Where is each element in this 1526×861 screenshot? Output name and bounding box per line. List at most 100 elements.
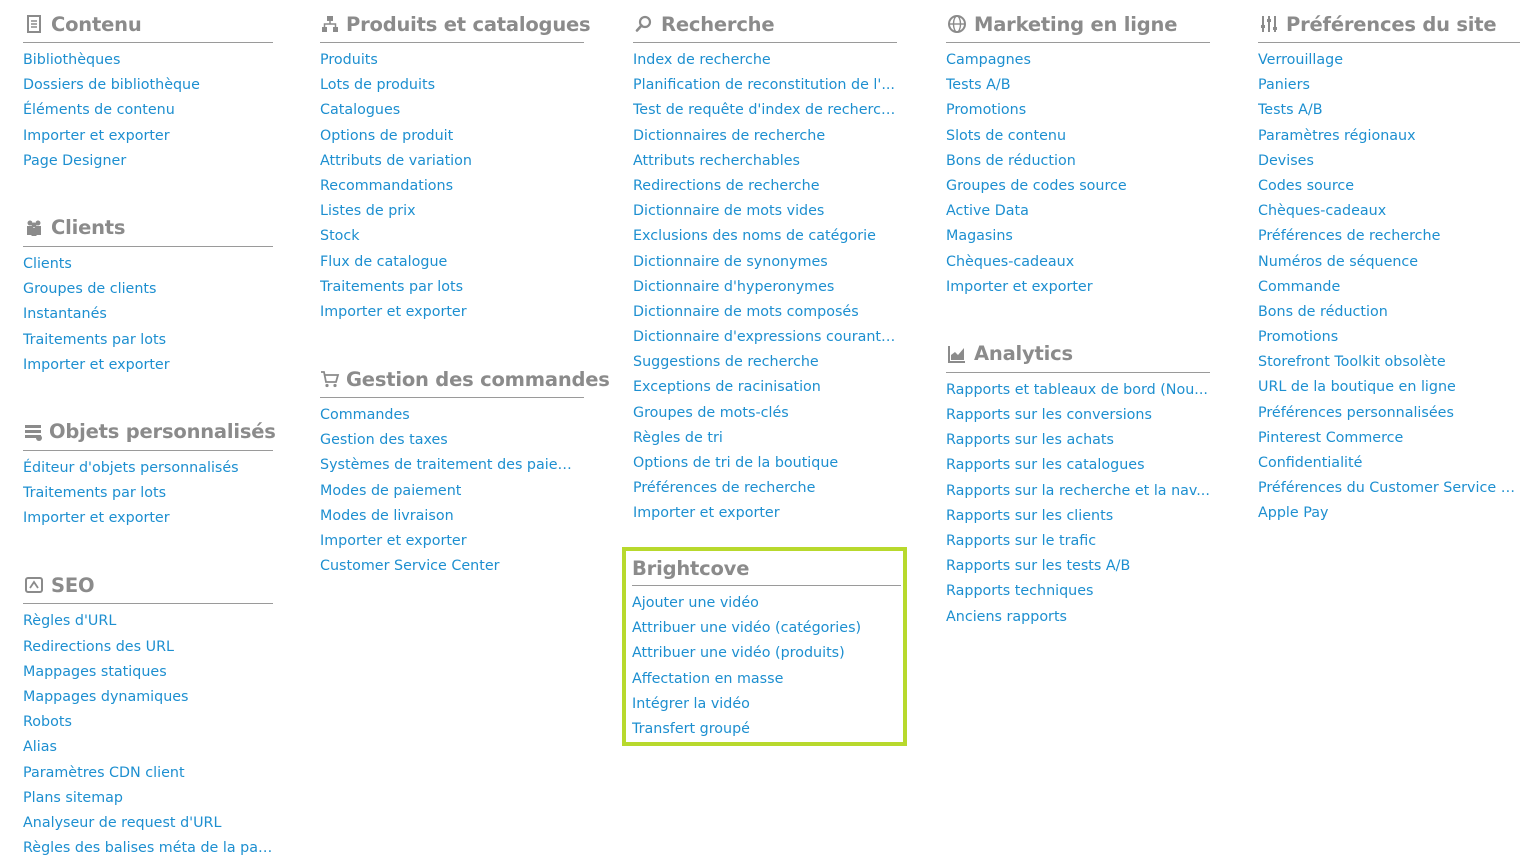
link-url-boutique[interactable]: URL de la boutique en ligne — [1258, 375, 1520, 400]
link-importer-exporter[interactable]: Importer et exporter — [946, 275, 1210, 300]
link-regles-url[interactable]: Règles d'URL — [23, 609, 273, 634]
link-groupes-codes-source[interactable]: Groupes de codes source — [946, 174, 1210, 199]
link-tests-ab[interactable]: Tests A/B — [946, 73, 1210, 98]
link-confidentialite[interactable]: Confidentialité — [1258, 451, 1520, 476]
link-tests-ab[interactable]: Tests A/B — [1258, 98, 1520, 123]
link-parametres-regionaux[interactable]: Paramètres régionaux — [1258, 124, 1520, 149]
link-slots-contenu[interactable]: Slots de contenu — [946, 124, 1210, 149]
link-exclusions-noms-categorie[interactable]: Exclusions des noms de catégorie — [633, 224, 897, 249]
link-magasins[interactable]: Magasins — [946, 224, 1210, 249]
link-elements-contenu[interactable]: Éléments de contenu — [23, 98, 273, 123]
link-systemes-paiement[interactable]: Systèmes de traitement des paiem... — [320, 453, 584, 478]
link-listes-prix[interactable]: Listes de prix — [320, 199, 584, 224]
link-dictionnaire-expressions[interactable]: Dictionnaire d'expressions courantes — [633, 325, 897, 350]
link-rapports-conversions[interactable]: Rapports sur les conversions — [946, 403, 1210, 428]
link-editeur-objets[interactable]: Éditeur d'objets personnalisés — [23, 456, 273, 481]
link-robots[interactable]: Robots — [23, 710, 273, 735]
link-transfert-groupe[interactable]: Transfert groupé — [632, 717, 903, 742]
link-dictionnaire-synonymes[interactable]: Dictionnaire de synonymes — [633, 250, 897, 275]
link-promotions[interactable]: Promotions — [946, 98, 1210, 123]
link-importer-exporter[interactable]: Importer et exporter — [633, 501, 897, 526]
link-mappages-statiques[interactable]: Mappages statiques — [23, 660, 273, 685]
link-catalogues[interactable]: Catalogues — [320, 98, 584, 123]
link-promotions[interactable]: Promotions — [1258, 325, 1520, 350]
link-anciens-rapports[interactable]: Anciens rapports — [946, 605, 1210, 630]
link-affectation-masse[interactable]: Affectation en masse — [632, 667, 903, 692]
link-alias[interactable]: Alias — [23, 735, 273, 760]
link-dictionnaires-recherche[interactable]: Dictionnaires de recherche — [633, 124, 897, 149]
link-bons-reduction[interactable]: Bons de réduction — [946, 149, 1210, 174]
link-planification-reconstitution[interactable]: Planification de reconstitution de l'... — [633, 73, 897, 98]
link-attribuer-video-categories[interactable]: Attribuer une vidéo (catégories) — [632, 616, 903, 641]
link-modes-livraison[interactable]: Modes de livraison — [320, 504, 584, 529]
link-options-tri-boutique[interactable]: Options de tri de la boutique — [633, 451, 897, 476]
link-importer-exporter[interactable]: Importer et exporter — [23, 353, 273, 378]
link-importer-exporter[interactable]: Importer et exporter — [320, 529, 584, 554]
link-verrouillage[interactable]: Verrouillage — [1258, 48, 1520, 73]
link-clients[interactable]: Clients — [23, 252, 273, 277]
link-traitements-lots[interactable]: Traitements par lots — [320, 275, 584, 300]
link-groupes-mots-cles[interactable]: Groupes de mots-clés — [633, 401, 897, 426]
link-active-data[interactable]: Active Data — [946, 199, 1210, 224]
link-plans-sitemap[interactable]: Plans sitemap — [23, 786, 273, 811]
link-integrer-video[interactable]: Intégrer la vidéo — [632, 692, 903, 717]
link-devises[interactable]: Devises — [1258, 149, 1520, 174]
link-options-produit[interactable]: Options de produit — [320, 124, 584, 149]
link-page-designer[interactable]: Page Designer — [23, 149, 273, 174]
link-campagnes[interactable]: Campagnes — [946, 48, 1210, 73]
link-preferences-recherche[interactable]: Préférences de recherche — [1258, 224, 1520, 249]
link-flux-catalogue[interactable]: Flux de catalogue — [320, 250, 584, 275]
link-commandes[interactable]: Commandes — [320, 403, 584, 428]
link-rapports-catalogues[interactable]: Rapports sur les catalogues — [946, 453, 1210, 478]
link-pinterest-commerce[interactable]: Pinterest Commerce — [1258, 426, 1520, 451]
link-numeros-sequence[interactable]: Numéros de séquence — [1258, 250, 1520, 275]
link-rapports-tests-ab[interactable]: Rapports sur les tests A/B — [946, 554, 1210, 579]
link-attribuer-video-produits[interactable]: Attribuer une vidéo (produits) — [632, 641, 903, 666]
link-rapports-techniques[interactable]: Rapports techniques — [946, 579, 1210, 604]
link-cheques-cadeaux[interactable]: Chèques-cadeaux — [946, 250, 1210, 275]
link-regles-balises-meta[interactable]: Règles des balises méta de la page — [23, 836, 273, 861]
link-dictionnaire-mots-composes[interactable]: Dictionnaire de mots composés — [633, 300, 897, 325]
link-stock[interactable]: Stock — [320, 224, 584, 249]
link-rapports-clients[interactable]: Rapports sur les clients — [946, 504, 1210, 529]
link-codes-source[interactable]: Codes source — [1258, 174, 1520, 199]
link-mappages-dynamiques[interactable]: Mappages dynamiques — [23, 685, 273, 710]
link-bons-reduction[interactable]: Bons de réduction — [1258, 300, 1520, 325]
link-exceptions-racinisation[interactable]: Exceptions de racinisation — [633, 375, 897, 400]
link-importer-exporter[interactable]: Importer et exporter — [23, 506, 273, 531]
link-preferences-customer-service[interactable]: Préférences du Customer Service C... — [1258, 476, 1520, 501]
link-importer-exporter[interactable]: Importer et exporter — [320, 300, 584, 325]
link-suggestions-recherche[interactable]: Suggestions de recherche — [633, 350, 897, 375]
link-recommandations[interactable]: Recommandations — [320, 174, 584, 199]
link-dossiers-bibliotheque[interactable]: Dossiers de bibliothèque — [23, 73, 273, 98]
link-customer-service-center[interactable]: Customer Service Center — [320, 554, 584, 579]
link-dictionnaire-hyperonymes[interactable]: Dictionnaire d'hyperonymes — [633, 275, 897, 300]
link-importer-exporter[interactable]: Importer et exporter — [23, 124, 273, 149]
link-preferences-personnalisees[interactable]: Préférences personnalisées — [1258, 401, 1520, 426]
link-produits[interactable]: Produits — [320, 48, 584, 73]
link-traitements-lots[interactable]: Traitements par lots — [23, 481, 273, 506]
link-regles-tri[interactable]: Règles de tri — [633, 426, 897, 451]
link-paniers[interactable]: Paniers — [1258, 73, 1520, 98]
link-attributs-recherchables[interactable]: Attributs recherchables — [633, 149, 897, 174]
link-parametres-cdn[interactable]: Paramètres CDN client — [23, 761, 273, 786]
link-redirections-url[interactable]: Redirections des URL — [23, 635, 273, 660]
link-ajouter-video[interactable]: Ajouter une vidéo — [632, 591, 903, 616]
link-modes-paiement[interactable]: Modes de paiement — [320, 479, 584, 504]
link-test-requete-index[interactable]: Test de requête d'index de recherche — [633, 98, 897, 123]
link-bibliotheques[interactable]: Bibliothèques — [23, 48, 273, 73]
link-rapports-achats[interactable]: Rapports sur les achats — [946, 428, 1210, 453]
link-cheques-cadeaux[interactable]: Chèques-cadeaux — [1258, 199, 1520, 224]
link-dictionnaire-mots-vides[interactable]: Dictionnaire de mots vides — [633, 199, 897, 224]
link-instantanes[interactable]: Instantanés — [23, 302, 273, 327]
link-gestion-taxes[interactable]: Gestion des taxes — [320, 428, 584, 453]
link-storefront-toolkit[interactable]: Storefront Toolkit obsolète — [1258, 350, 1520, 375]
link-analyseur-request-url[interactable]: Analyseur de request d'URL — [23, 811, 273, 836]
link-preferences-recherche[interactable]: Préférences de recherche — [633, 476, 897, 501]
link-traitements-lots[interactable]: Traitements par lots — [23, 328, 273, 353]
link-redirections-recherche[interactable]: Redirections de recherche — [633, 174, 897, 199]
link-groupes-clients[interactable]: Groupes de clients — [23, 277, 273, 302]
link-apple-pay[interactable]: Apple Pay — [1258, 501, 1520, 526]
link-rapports-tableaux-bord[interactable]: Rapports et tableaux de bord (Nou... — [946, 378, 1210, 403]
link-index-recherche[interactable]: Index de recherche — [633, 48, 897, 73]
